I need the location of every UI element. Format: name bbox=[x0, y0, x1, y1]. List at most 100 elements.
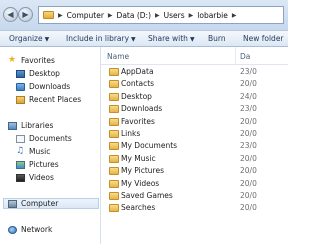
file-date: 20/0 bbox=[240, 203, 257, 213]
nav-videos[interactable]: Videos bbox=[16, 172, 54, 183]
network-icon bbox=[8, 225, 17, 234]
file-date: 23/0 bbox=[240, 141, 257, 151]
file-row[interactable]: Saved Games 20/0 bbox=[101, 190, 288, 202]
column-header-row: Name Da bbox=[101, 47, 288, 65]
folder-icon bbox=[109, 130, 119, 138]
command-bar: Organize ▼ Include in library ▼ Share with… bbox=[0, 30, 288, 47]
nav-label: Desktop bbox=[29, 69, 60, 78]
folder-icon bbox=[43, 11, 54, 19]
file-date: 20/0 bbox=[240, 191, 257, 200]
column-divider[interactable] bbox=[235, 47, 236, 64]
file-row[interactable]: Links 20/0 bbox=[101, 128, 288, 140]
file-name: Desktop bbox=[121, 91, 152, 101]
nav-computer[interactable]: Computer bbox=[3, 198, 99, 209]
file-row[interactable]: Contacts 20/0 bbox=[101, 78, 288, 90]
file-name: Saved Games bbox=[121, 191, 173, 200]
breadcrumb-separator-icon[interactable]: ▶ bbox=[232, 12, 237, 19]
file-name: My Videos bbox=[121, 178, 160, 188]
star-icon: ★ bbox=[8, 55, 17, 65]
forward-arrow-icon: ▶ bbox=[22, 9, 29, 19]
breadcrumb-separator-icon[interactable]: ▶ bbox=[108, 12, 113, 19]
file-name: Downloads bbox=[121, 104, 163, 114]
breadcrumb-users[interactable]: Users bbox=[164, 11, 185, 20]
folder-icon bbox=[109, 154, 119, 163]
address-bar[interactable]: ▶ Computer ▶ Data (D:) ▶ Users ▶ lobarbi… bbox=[38, 6, 284, 24]
file-name: My Music bbox=[121, 153, 156, 163]
nav-downloads[interactable]: Downloads bbox=[16, 81, 70, 92]
breadcrumb-separator-icon[interactable]: ▶ bbox=[189, 12, 194, 19]
file-name: Contacts bbox=[121, 79, 155, 89]
breadcrumb-separator-icon[interactable]: ▶ bbox=[155, 12, 160, 19]
explorer-window: ◀ ▶ ▶ Computer ▶ Data (D:) ▶ Users ▶ lob… bbox=[0, 0, 288, 244]
file-date: 24/0 bbox=[240, 91, 257, 101]
file-name: My Pictures bbox=[121, 166, 164, 176]
forward-button[interactable]: ▶ bbox=[18, 7, 33, 22]
nav-label: Pictures bbox=[29, 160, 59, 169]
file-name: Links bbox=[121, 129, 141, 138]
documents-icon bbox=[16, 134, 25, 143]
share-with-button[interactable]: Share with ▼ bbox=[148, 34, 195, 43]
pictures-icon bbox=[16, 160, 25, 169]
file-row[interactable]: My Videos 20/0 bbox=[101, 178, 288, 190]
file-date: 20/0 bbox=[240, 116, 257, 126]
breadcrumb-computer[interactable]: Computer bbox=[67, 11, 104, 20]
breadcrumb-separator-icon[interactable]: ▶ bbox=[58, 12, 63, 19]
file-name: AppData bbox=[121, 67, 154, 76]
folder-icon bbox=[109, 68, 119, 76]
videos-icon bbox=[16, 173, 25, 182]
nav-label: Videos bbox=[29, 173, 54, 182]
back-button[interactable]: ◀ bbox=[3, 7, 18, 22]
nav-recent-places[interactable]: Recent Places bbox=[16, 94, 81, 105]
file-date: 20/0 bbox=[240, 178, 257, 188]
folder-icon bbox=[109, 179, 119, 188]
computer-icon bbox=[8, 199, 17, 208]
file-date: 20/0 bbox=[240, 129, 257, 138]
include-label: Include in library bbox=[66, 34, 130, 43]
file-row[interactable]: AppData 23/0 bbox=[101, 66, 288, 78]
nav-label: Libraries bbox=[21, 121, 54, 130]
nav-libraries[interactable]: Libraries bbox=[8, 120, 53, 131]
file-date: 23/0 bbox=[240, 104, 257, 114]
column-header-date[interactable]: Da bbox=[240, 52, 250, 61]
file-name: My Documents bbox=[121, 141, 178, 151]
back-arrow-icon: ◀ bbox=[7, 9, 14, 19]
file-row[interactable]: My Music 20/0 bbox=[101, 153, 288, 165]
navigation-pane: ★ Favorites Desktop Downloads Recent Plac… bbox=[0, 47, 101, 244]
file-row[interactable]: Searches 20/0 bbox=[101, 202, 288, 214]
folder-icon bbox=[109, 80, 119, 89]
nav-favorites[interactable]: ★ Favorites bbox=[8, 55, 55, 66]
desktop-icon bbox=[16, 69, 25, 78]
nav-desktop[interactable]: Desktop bbox=[16, 68, 60, 79]
file-name: Favorites bbox=[121, 116, 155, 126]
nav-label: Downloads bbox=[29, 82, 71, 91]
breadcrumb-user-folder[interactable]: lobarbie bbox=[197, 11, 228, 20]
file-row[interactable]: My Pictures 20/0 bbox=[101, 165, 288, 177]
nav-label: Computer bbox=[21, 199, 59, 208]
folder-icon bbox=[109, 142, 119, 151]
folder-icon bbox=[109, 204, 119, 213]
folder-icon bbox=[109, 192, 119, 200]
new-folder-button[interactable]: New folder bbox=[243, 34, 284, 43]
nav-label: Documents bbox=[29, 134, 72, 143]
folder-icon bbox=[109, 92, 119, 101]
nav-label: Recent Places bbox=[29, 95, 82, 104]
nav-pictures[interactable]: Pictures bbox=[16, 159, 59, 170]
file-row[interactable]: Desktop 24/0 bbox=[101, 91, 288, 103]
organize-button[interactable]: Organize ▼ bbox=[9, 34, 49, 43]
column-header-name[interactable]: Name bbox=[107, 52, 129, 61]
file-row[interactable]: Downloads 23/0 bbox=[101, 103, 288, 115]
nav-music[interactable]: ♫ Music bbox=[16, 146, 50, 157]
folder-icon bbox=[109, 167, 119, 176]
file-date: 20/0 bbox=[240, 153, 257, 163]
chevron-down-icon: ▼ bbox=[131, 36, 136, 43]
nav-network[interactable]: Network bbox=[8, 224, 52, 235]
folder-icon bbox=[109, 105, 119, 114]
file-row[interactable]: Favorites 20/0 bbox=[101, 116, 288, 128]
organize-label: Organize bbox=[9, 34, 43, 43]
breadcrumb-data-drive[interactable]: Data (D:) bbox=[117, 11, 151, 20]
burn-button[interactable]: Burn bbox=[208, 34, 226, 43]
include-in-library-button[interactable]: Include in library ▼ bbox=[66, 34, 136, 43]
file-row[interactable]: My Documents 23/0 bbox=[101, 140, 288, 152]
nav-documents[interactable]: Documents bbox=[16, 133, 72, 144]
share-label: Share with bbox=[148, 34, 188, 43]
